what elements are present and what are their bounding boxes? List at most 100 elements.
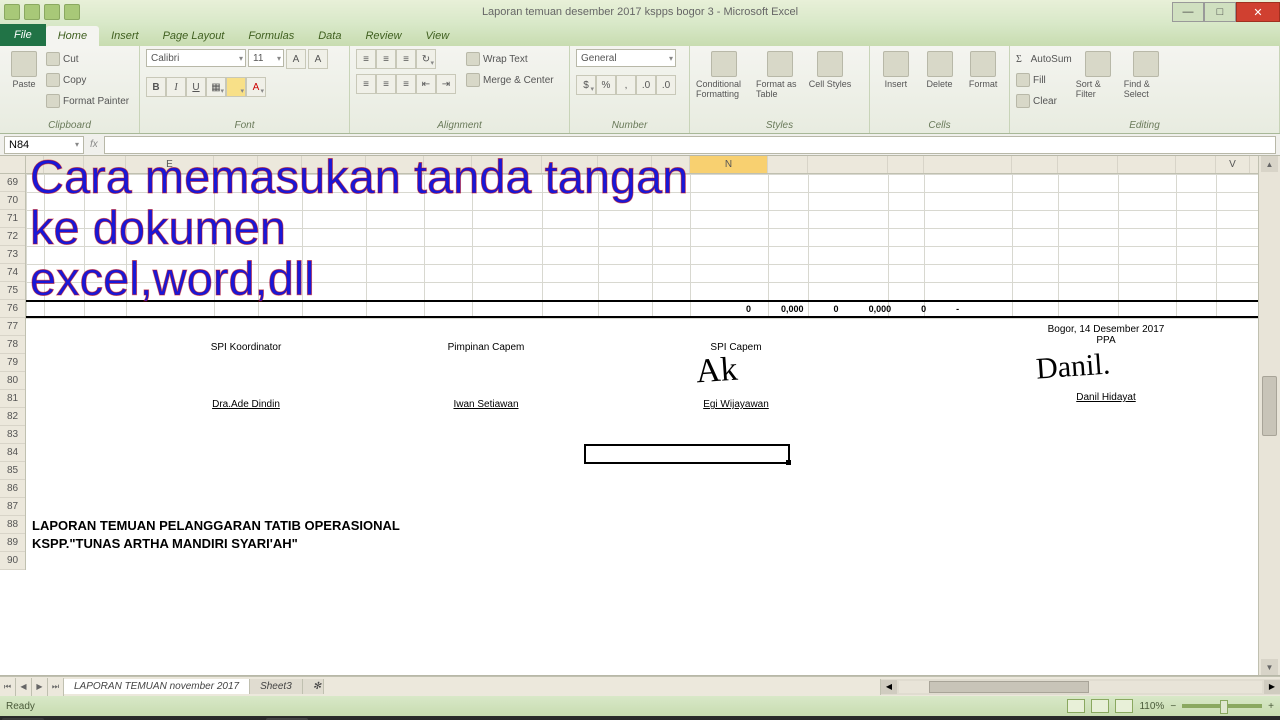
percent-button[interactable]: % [596, 75, 616, 95]
align-middle-button[interactable]: ≡ [376, 49, 396, 69]
page-layout-view-button[interactable] [1091, 699, 1109, 713]
zoom-in-button[interactable]: + [1268, 701, 1274, 712]
vertical-scrollbar[interactable]: ▲ ▼ [1258, 156, 1280, 675]
copy-button[interactable]: Copy [46, 70, 129, 90]
border-button[interactable]: ▦ [206, 77, 226, 97]
fx-icon[interactable]: fx [90, 139, 98, 150]
undo-icon[interactable] [44, 4, 60, 20]
scroll-right-button[interactable]: ▶ [1264, 680, 1280, 694]
name-box[interactable]: N84 [4, 136, 84, 154]
active-cell[interactable] [584, 444, 790, 464]
find-select-button[interactable]: Find & Select [1124, 49, 1168, 111]
find-icon [1133, 51, 1159, 77]
wrap-text-button[interactable]: Wrap Text [466, 49, 554, 69]
merge-center-button[interactable]: Merge & Center [466, 70, 554, 90]
zoom-out-button[interactable]: − [1170, 701, 1176, 712]
save-icon[interactable] [24, 4, 40, 20]
zoom-slider[interactable] [1182, 704, 1262, 708]
align-right-button[interactable]: ≡ [396, 74, 416, 94]
gridlines [26, 174, 1258, 675]
file-tab[interactable]: File [0, 24, 46, 46]
new-sheet-button[interactable]: ✻ [303, 679, 324, 694]
excel-icon [4, 4, 20, 20]
scroll-thumb[interactable] [1262, 376, 1277, 436]
comma-button[interactable]: , [616, 75, 636, 95]
paste-button[interactable]: Paste [6, 49, 42, 111]
number-format-select[interactable]: General [576, 49, 676, 67]
sig-name: Iwan Setiawan [416, 399, 556, 410]
sheet-tab-active[interactable]: LAPORAN TEMUAN november 2017 [64, 679, 250, 694]
font-size-select[interactable]: 11 [248, 49, 284, 67]
font-color-button[interactable]: A [246, 77, 266, 97]
increase-font-button[interactable]: A [286, 49, 306, 69]
orientation-button[interactable]: ↻ [416, 49, 436, 69]
page-break-view-button[interactable] [1115, 699, 1133, 713]
indent-inc-button[interactable]: ⇥ [436, 74, 456, 94]
clear-button[interactable]: Clear [1016, 91, 1072, 111]
scroll-left-button[interactable]: ◀ [881, 680, 897, 694]
font-name-select[interactable]: Calibri [146, 49, 246, 67]
hscroll-thumb[interactable] [929, 681, 1089, 693]
format-as-table-button[interactable]: Format as Table [756, 49, 804, 111]
status-ready: Ready [6, 701, 35, 712]
redo-icon[interactable] [64, 4, 80, 20]
align-center-button[interactable]: ≡ [376, 74, 396, 94]
last-sheet-button[interactable]: ⏭ [48, 678, 64, 696]
align-top-button[interactable]: ≡ [356, 49, 376, 69]
bold-button[interactable]: B [146, 77, 166, 97]
totals-values: 00,00000,0000- [746, 304, 959, 314]
insert-cells-button[interactable]: Insert [876, 49, 916, 111]
cell-styles-button[interactable]: Cell Styles [808, 49, 852, 111]
normal-view-button[interactable] [1067, 699, 1085, 713]
underline-button[interactable]: U [186, 77, 206, 97]
first-sheet-button[interactable]: ⏮ [0, 678, 16, 696]
sheet-tab[interactable]: Sheet3 [250, 679, 303, 694]
format-painter-button[interactable]: Format Painter [46, 91, 129, 111]
tab-data[interactable]: Data [306, 26, 353, 46]
scroll-down-button[interactable]: ▼ [1261, 659, 1278, 675]
horizontal-scrollbar[interactable]: ◀ ▶ [880, 679, 1280, 695]
fill-button[interactable]: Fill [1016, 70, 1072, 90]
maximize-button[interactable]: □ [1204, 2, 1236, 22]
zoom-level[interactable]: 110% [1139, 701, 1164, 712]
tab-review[interactable]: Review [353, 26, 413, 46]
report-title-1: LAPORAN TEMUAN PELANGGARAN TATIB OPERASI… [32, 518, 400, 533]
sig-name: Egi Wijayawan [666, 399, 806, 410]
align-bottom-button[interactable]: ≡ [396, 49, 416, 69]
sheet-canvas[interactable]: 00,00000,0000- SPI Koordinator Dra.Ade D… [26, 174, 1258, 675]
row-headers[interactable]: 6970717273747576777879808182838485868788… [0, 174, 26, 570]
cut-button[interactable]: Cut [46, 49, 129, 69]
merge-icon [466, 73, 480, 87]
sort-filter-button[interactable]: Sort & Filter [1076, 49, 1120, 111]
align-left-button[interactable]: ≡ [356, 74, 376, 94]
inc-decimal-button[interactable]: .0 [636, 75, 656, 95]
sheet-nav[interactable]: ⏮ ◀ ▶ ⏭ [0, 678, 64, 696]
worksheet-grid[interactable]: ENV 697071727374757677787980818283848586… [0, 156, 1280, 676]
decrease-font-button[interactable]: A [308, 49, 328, 69]
tab-view[interactable]: View [414, 26, 462, 46]
format-cells-button[interactable]: Format [963, 49, 1003, 111]
minimize-button[interactable]: — [1172, 2, 1204, 22]
delete-cells-button[interactable]: Delete [920, 49, 960, 111]
dec-decimal-button[interactable]: .0 [656, 75, 676, 95]
fill-color-button[interactable] [226, 77, 246, 97]
formula-bar: N84 fx [0, 134, 1280, 156]
italic-button[interactable]: I [166, 77, 186, 97]
copy-icon [46, 73, 60, 87]
conditional-formatting-button[interactable]: Conditional Formatting [696, 49, 752, 111]
tab-insert[interactable]: Insert [99, 26, 151, 46]
close-button[interactable]: ✕ [1236, 2, 1280, 22]
formula-input[interactable] [104, 136, 1276, 154]
accounting-button[interactable]: $ [576, 75, 596, 95]
autosum-button[interactable]: Σ AutoSum [1016, 49, 1072, 69]
tab-home[interactable]: Home [46, 26, 99, 46]
indent-dec-button[interactable]: ⇤ [416, 74, 436, 94]
sig-block-2: Pimpinan Capem Iwan Setiawan [416, 342, 556, 410]
tab-formulas[interactable]: Formulas [236, 26, 306, 46]
scroll-up-button[interactable]: ▲ [1261, 156, 1278, 172]
prev-sheet-button[interactable]: ◀ [16, 678, 32, 696]
tab-page-layout[interactable]: Page Layout [151, 26, 237, 46]
next-sheet-button[interactable]: ▶ [32, 678, 48, 696]
column-headers[interactable]: ENV [26, 156, 1258, 174]
select-all-corner[interactable] [0, 156, 26, 174]
